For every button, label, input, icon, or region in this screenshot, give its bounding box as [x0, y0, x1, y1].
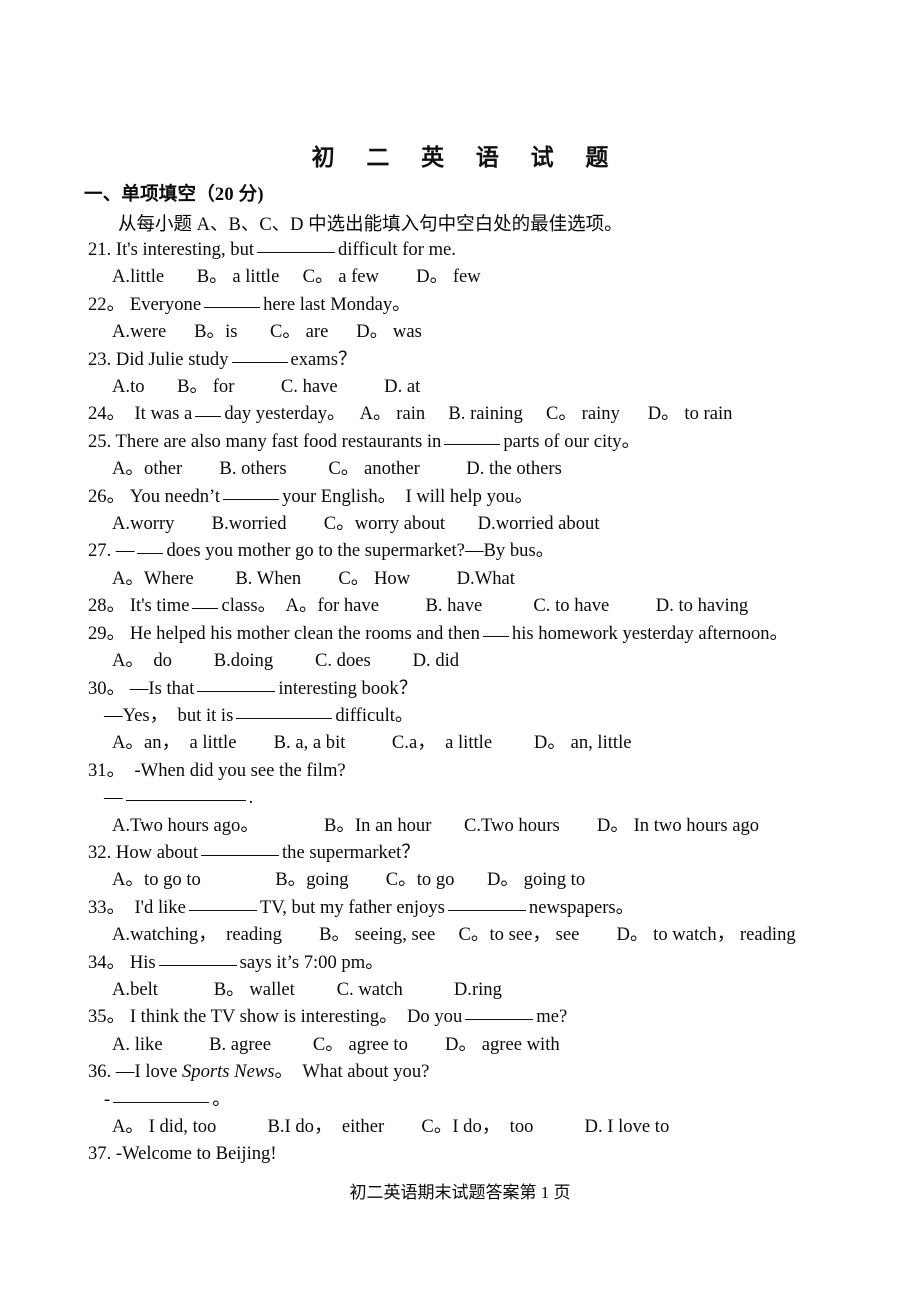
question-37-stem: 37. -Welcome to Beijing!	[88, 1143, 277, 1165]
answer-blank[interactable]	[482, 622, 509, 637]
question-24-stem: 24。 It was a day yesterday。 A。 rain B. ra…	[0, 400, 920, 427]
answer-blank[interactable]	[465, 1005, 534, 1021]
q25-stem-a: 25. There are also many fast food restau…	[88, 430, 442, 452]
question-32-options[interactable]: A。to go to B。going C。to go D。 going to	[0, 866, 920, 893]
question-30-options[interactable]: A。an， a little B. a, a bit C.a， a little…	[0, 729, 920, 756]
question-list: 21. It's interesting, but difficult for m…	[0, 236, 920, 1168]
question-29-stem: 29。 He helped his mother clean the rooms…	[0, 620, 920, 647]
q35-stem-a: 35。 I think the TV show is interesting。 …	[88, 1006, 463, 1028]
q29-stem-a: 29。 He helped his mother clean the rooms…	[88, 622, 480, 644]
answer-blank[interactable]	[444, 430, 501, 445]
question-31-options[interactable]: A.Two hours ago。 B。In an hour C.Two hour…	[0, 812, 920, 839]
question-31-answer: —.	[0, 784, 920, 811]
q32-stem-b: the supermarket？	[282, 841, 420, 863]
question-31-stem: 31。 -When did you see the film?	[88, 759, 346, 781]
question-34-stem: 34。 His says it’s 7:00 pm。	[0, 949, 920, 976]
answer-blank[interactable]	[204, 293, 261, 308]
q25-stem-b: parts of our city。	[503, 430, 641, 452]
answer-blank[interactable]	[137, 539, 164, 555]
q36-period: 。	[212, 1088, 231, 1110]
q28-stem-b[interactable]: class。 A。for have B. have C. to have D. …	[221, 595, 748, 616]
question-27-options[interactable]: A。Where B. When C。 How D.What	[0, 565, 920, 592]
question-36-stem: 36. —I love Sports News。 What about you?	[0, 1058, 920, 1085]
q21-stem-b: difficult for me.	[338, 239, 456, 260]
q23-stem-b: exams？	[290, 348, 357, 370]
q30-stem-a: 30。 —Is that	[88, 677, 195, 699]
q34-stem-b: says it’s 7:00 pm。	[239, 951, 384, 973]
q33-stem-a: 33。 I'd like	[88, 896, 186, 918]
q30-sub-a: —Yes， but it is	[104, 704, 234, 726]
question-34-options[interactable]: A.belt B。 wallet C. watch D.ring	[0, 976, 920, 1003]
question-22-stem: 22。 Everyone here last Monday。	[0, 291, 920, 318]
question-27-stem: 27. — does you mother go to the supermark…	[0, 537, 920, 564]
q36-stem-b: 。 What about you?	[274, 1061, 430, 1083]
q34-stem-a: 34。 His	[88, 951, 156, 973]
question-30-stem: 30。 —Is that interesting book？	[0, 675, 920, 702]
q24-stem-b[interactable]: day yesterday。 A。 rain B. raining C。 rai…	[224, 403, 732, 424]
q26-stem-b: your English。 I will help you。	[282, 485, 534, 507]
q27-stem-a: 27. —	[88, 540, 135, 562]
section-heading: 一、单项填空（20 分)	[84, 185, 264, 205]
question-36-options[interactable]: A。 I did, too B.I do， either C。I do， too…	[0, 1113, 920, 1140]
q30-sub-b: difficult。	[335, 704, 414, 726]
question-32-stem: 32. How about the supermarket？	[0, 839, 920, 866]
question-21-stem: 21. It's interesting, but difficult for m…	[0, 236, 920, 263]
question-29-options[interactable]: A。 do B.doing C. does D. did	[0, 647, 920, 674]
q29-stem-b: his homework yesterday afternoon。	[511, 622, 789, 644]
question-35-stem: 35。 I think the TV show is interesting。 …	[0, 1003, 920, 1030]
q30-stem-b: interesting book？	[278, 677, 418, 699]
question-25-options[interactable]: A。other B. others C。 another D. the othe…	[0, 455, 920, 482]
q23-stem-a: 23. Did Julie study	[88, 348, 229, 370]
question-22-options[interactable]: A.were B。is C。 are D。 was	[0, 318, 920, 345]
answer-blank[interactable]	[201, 841, 280, 856]
q31-period: .	[248, 787, 254, 809]
page-title: 初 二 英 语 试 题	[311, 145, 622, 170]
question-23-stem: 23. Did Julie study exams？	[0, 346, 920, 373]
question-30-stem-second: —Yes， but it is difficult。	[0, 702, 920, 729]
answer-blank[interactable]	[197, 677, 276, 692]
question-23-options[interactable]: A.to B。 for C. have D. at	[0, 373, 920, 400]
answer-blank[interactable]	[192, 594, 219, 610]
question-33-options[interactable]: A.watching， reading B。 seeing, see C。to …	[0, 921, 920, 948]
question-36-answer: -。	[0, 1086, 920, 1113]
q35-stem-b: me?	[536, 1006, 568, 1028]
q21-stem-a: 21. It's interesting, but	[88, 239, 255, 260]
answer-blank[interactable]	[447, 896, 526, 911]
page-footer: 初二英语期末试题答案第 1 页	[349, 1183, 571, 1202]
question-35-options[interactable]: A. like B. agree C。 agree to D。 agree wi…	[0, 1031, 920, 1058]
section-instruction: 从每小题 A、B、C、D 中选出能填入句中空白处的最佳选项。	[118, 215, 623, 235]
q36-dash: -	[104, 1088, 111, 1110]
answer-blank[interactable]	[236, 704, 333, 719]
q22-stem-b: here last Monday。	[263, 293, 411, 315]
q36-stem-a: 36. —I love	[88, 1061, 182, 1083]
q32-stem-a: 32. How about	[88, 841, 199, 863]
q31-dash: —	[104, 787, 123, 809]
question-21-options[interactable]: A.little B。 a little C。 a few D。 few	[0, 263, 920, 290]
q27-stem-b: does you mother go to the supermarket?—B…	[166, 540, 555, 562]
exam-page: 初 二 英 语 试 题 一、单项填空（20 分) 从每小题 A、B、C、D 中选…	[0, 0, 920, 1300]
question-26-stem: 26。 You needn’t your English。 I will help…	[0, 483, 920, 510]
answer-blank[interactable]	[231, 348, 288, 363]
answer-blank[interactable]	[195, 402, 222, 418]
question-28-stem: 28。 It's time class。 A。for have B. have C…	[0, 592, 920, 619]
q28-stem-a: 28。 It's time	[88, 595, 190, 617]
answer-blank[interactable]	[113, 1088, 210, 1103]
q33-stem-c: newspapers。	[528, 896, 635, 918]
answer-blank[interactable]	[257, 238, 336, 253]
q24-stem-a: 24。 It was a	[88, 403, 193, 425]
question-26-options[interactable]: A.worry B.worried C。worry about D.worrie…	[0, 510, 920, 537]
answer-blank[interactable]	[158, 951, 237, 966]
answer-blank[interactable]	[125, 786, 246, 802]
q36-program-title: Sports News	[182, 1061, 275, 1083]
q33-stem-b: TV, but my father enjoys	[259, 896, 445, 918]
answer-blank[interactable]	[223, 485, 280, 500]
question-33-stem: 33。 I'd like TV, but my father enjoys news…	[0, 894, 920, 921]
q26-stem-a: 26。 You needn’t	[88, 485, 221, 507]
q22-stem-a: 22。 Everyone	[88, 293, 202, 315]
question-25-stem: 25. There are also many fast food restau…	[0, 428, 920, 455]
answer-blank[interactable]	[188, 896, 257, 911]
